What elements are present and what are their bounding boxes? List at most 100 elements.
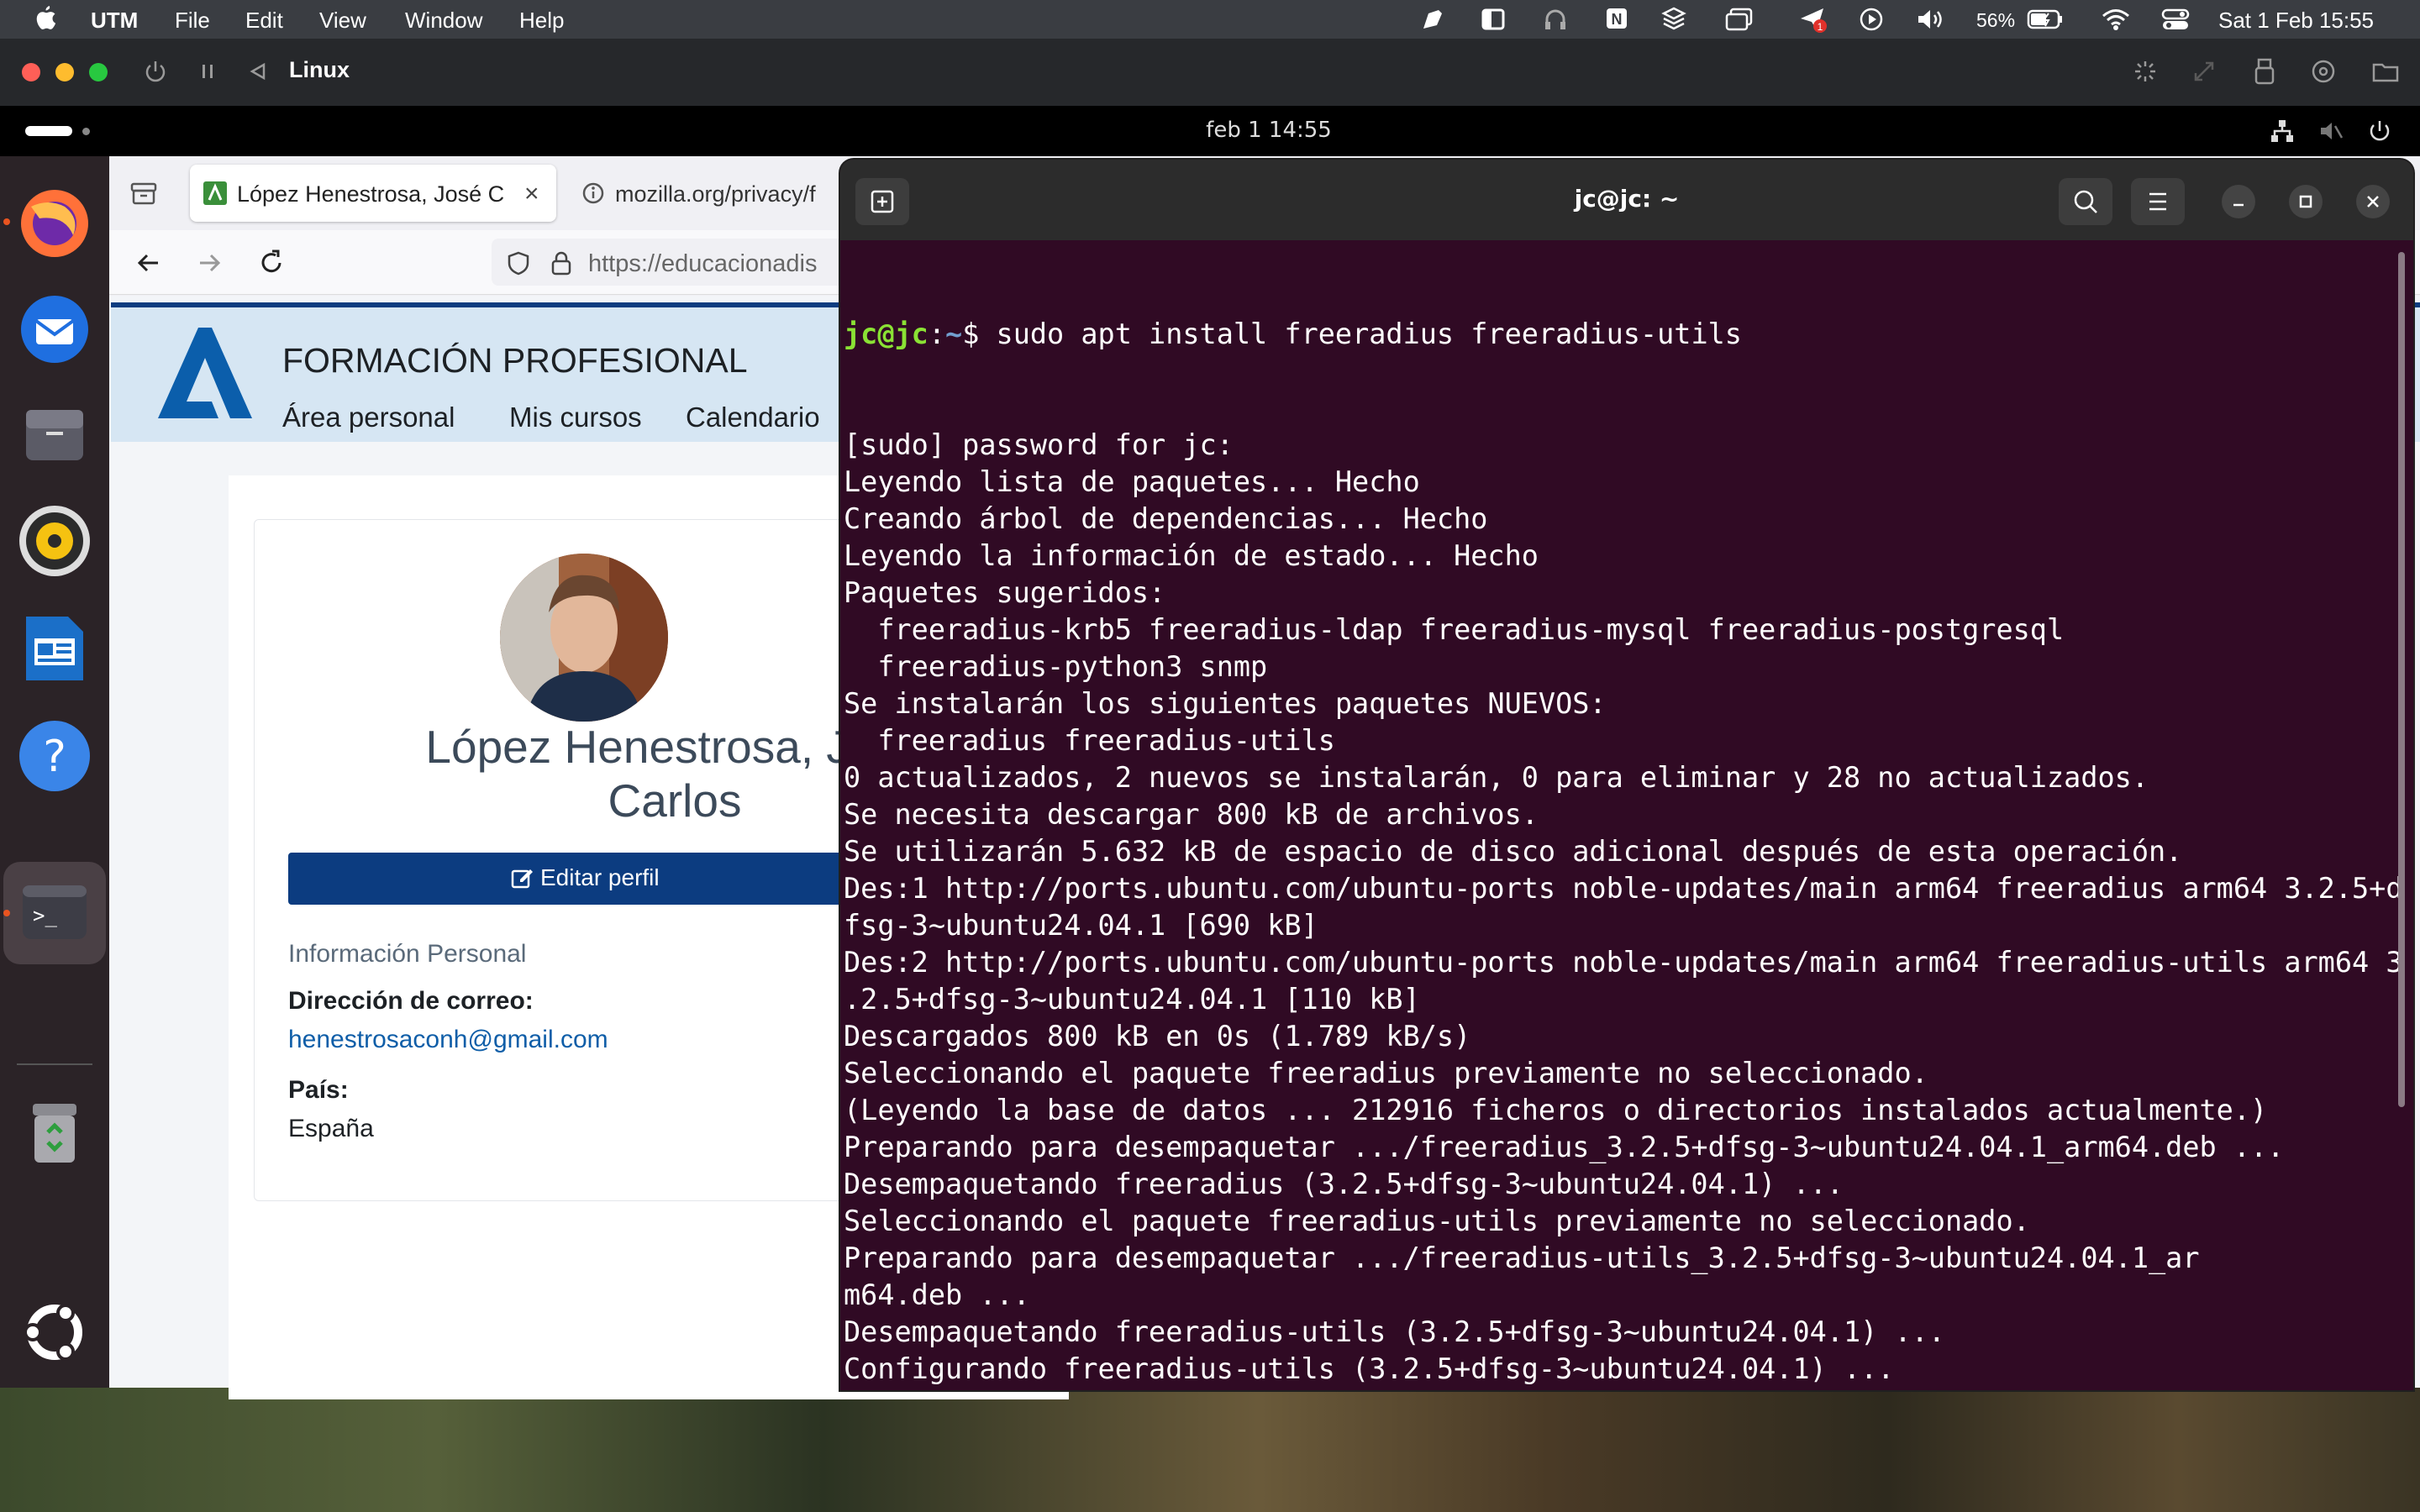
system-power-icon[interactable] xyxy=(2366,118,2393,144)
terminal-line: Se utilizarán 5.632 kB de espacio de dis… xyxy=(844,835,2183,868)
play-icon[interactable] xyxy=(1859,7,1884,32)
pen-tool-icon[interactable] xyxy=(1420,7,1445,32)
volume-icon[interactable] xyxy=(1916,7,1948,32)
firefox-view-icon[interactable] xyxy=(129,180,158,207)
forward-arrow-icon[interactable] xyxy=(195,249,224,277)
lock-icon[interactable] xyxy=(550,250,572,276)
thunderbird-icon[interactable] xyxy=(14,287,95,368)
maximize-icon xyxy=(2299,195,2312,208)
zoom-window-button[interactable] xyxy=(89,63,108,81)
email-label: Dirección de correo: xyxy=(288,987,534,1015)
macos-menu-bar:  UTM File Edit View Window Help N 1 56%… xyxy=(0,0,2420,39)
shield-icon[interactable] xyxy=(507,250,530,276)
menu-window[interactable]: Window xyxy=(405,8,482,34)
terminal-line: fsg-3~ubuntu24.04.1 [690 kB] xyxy=(844,909,1318,942)
folder-share-icon[interactable] xyxy=(2371,59,2402,84)
minimize-button[interactable] xyxy=(2222,185,2255,218)
battery-icon[interactable] xyxy=(2027,8,2064,30)
email-link[interactable]: henestrosaconh@gmail.com xyxy=(288,1026,608,1054)
menu-bar-clock[interactable]: Sat 1 Feb 15:55 xyxy=(2218,8,2374,34)
menu-icon xyxy=(2149,192,2166,211)
notification-badge: 1 xyxy=(1818,21,1823,33)
firefox-icon[interactable] xyxy=(14,181,95,262)
terminal-output[interactable]: jc@jc:~$ sudo apt install freeradius fre… xyxy=(844,242,2403,1390)
app-menu-utm[interactable]: UTM xyxy=(91,8,138,34)
hamburger-menu-button[interactable] xyxy=(2131,178,2185,225)
menu-view[interactable]: View xyxy=(319,8,366,34)
desktop-wallpaper xyxy=(0,1388,2420,1512)
network-icon[interactable] xyxy=(2269,118,2296,144)
terminal-line: [sudo] password for jc: xyxy=(844,428,1234,461)
dock-separator xyxy=(17,1063,92,1065)
country-value: España xyxy=(288,1115,374,1142)
close-button[interactable] xyxy=(2356,185,2390,218)
drive-icon[interactable] xyxy=(2311,59,2336,84)
menu-help[interactable]: Help xyxy=(519,8,564,34)
terminal-line: Desempaquetando freeradius-utils (3.2.5+… xyxy=(844,1315,1945,1348)
tab-profile[interactable]: López Henestrosa, José C × xyxy=(190,165,556,222)
gnome-clock[interactable]: feb 1 14:55 xyxy=(0,118,2420,143)
minimize-icon xyxy=(2233,203,2244,207)
power-icon[interactable] xyxy=(143,59,168,84)
trash-icon[interactable] xyxy=(14,1092,95,1173)
resize-icon[interactable] xyxy=(2191,59,2217,84)
nav-area-personal[interactable]: Área personal xyxy=(282,402,455,433)
help-icon[interactable]: ? xyxy=(14,716,95,796)
maximize-button[interactable] xyxy=(2289,185,2323,218)
show-apps-icon[interactable] xyxy=(14,1292,95,1373)
nav-calendario[interactable]: Calendario xyxy=(686,402,820,433)
search-button[interactable] xyxy=(2059,178,2112,225)
menu-edit[interactable]: Edit xyxy=(245,8,283,34)
layers-icon[interactable] xyxy=(1660,5,1687,32)
terminal-line: Preparando para desempaquetar .../freera… xyxy=(844,1131,2285,1163)
svg-text:>_: >_ xyxy=(33,904,57,927)
moodle-favicon xyxy=(203,181,227,205)
back-triangle-icon[interactable] xyxy=(247,59,269,84)
sidebar-icon[interactable] xyxy=(1481,7,1506,32)
terminal-line: Configurando freeradius-utils (3.2.5+dfs… xyxy=(844,1352,1895,1385)
close-window-button[interactable] xyxy=(22,63,40,81)
back-arrow-icon[interactable] xyxy=(134,249,163,277)
speaker-muted-icon[interactable] xyxy=(2317,118,2344,144)
terminal-line: Des:1 http://ports.ubuntu.com/ubuntu-por… xyxy=(844,872,2403,905)
command-text: sudo apt install freeradius freeradius-u… xyxy=(996,318,1742,350)
site-logo[interactable] xyxy=(153,324,257,422)
terminal-line: freeradius freeradius-utils xyxy=(844,724,1335,757)
terminal-line: Paquetes sugeridos: xyxy=(844,576,1166,609)
writer-icon[interactable] xyxy=(14,608,95,689)
section-title: Información Personal xyxy=(288,940,527,968)
nav-mis-cursos[interactable]: Mis cursos xyxy=(509,402,642,433)
control-center-icon[interactable] xyxy=(2161,7,2190,32)
terminal-line: Seleccionando el paquete freeradius prev… xyxy=(844,1057,1928,1089)
prompt-path: ~ xyxy=(945,318,963,350)
activity-icon[interactable] xyxy=(2133,59,2158,84)
rhythmbox-icon[interactable] xyxy=(14,501,95,581)
notion-icon[interactable]: N xyxy=(1605,7,1628,30)
usb-icon[interactable] xyxy=(2252,57,2277,86)
terminal-line: Leyendo la información de estado... Hech… xyxy=(844,539,1539,572)
edit-icon xyxy=(510,866,534,890)
running-indicator xyxy=(3,218,10,225)
send-icon[interactable]: 1 xyxy=(1798,5,1828,34)
vm-title: Linux xyxy=(289,57,350,82)
avatar xyxy=(500,554,668,722)
terminal-line: .2.5+dfsg-3~ubuntu24.04.1 [110 kB] xyxy=(844,983,1420,1016)
terminal-line: (Leyendo la base de datos ... 212916 fic… xyxy=(844,1094,2268,1126)
reload-icon[interactable] xyxy=(257,249,286,277)
terminal-scrollbar[interactable] xyxy=(2398,252,2405,1107)
minimize-window-button[interactable] xyxy=(55,63,74,81)
menu-file[interactable]: File xyxy=(175,8,210,34)
window-switch-icon[interactable] xyxy=(1724,7,1754,32)
terminal-icon[interactable]: >_ xyxy=(14,872,95,953)
pause-icon[interactable] xyxy=(198,59,218,84)
terminal-line: Se necesita descargar 800 kB de archivos… xyxy=(844,798,1539,831)
files-icon[interactable] xyxy=(14,393,95,474)
close-icon xyxy=(2367,196,2379,207)
tab-label: mozilla.org/privacy/f xyxy=(615,181,816,207)
site-title[interactable]: FORMACIÓN PROFESIONAL xyxy=(282,341,748,381)
terminal-line: Des:2 http://ports.ubuntu.com/ubuntu-por… xyxy=(844,946,2403,979)
tab-close-icon[interactable]: × xyxy=(524,180,539,208)
wifi-icon[interactable] xyxy=(2101,7,2131,32)
headphones-icon[interactable] xyxy=(1543,7,1568,32)
country-label: País: xyxy=(288,1076,349,1104)
